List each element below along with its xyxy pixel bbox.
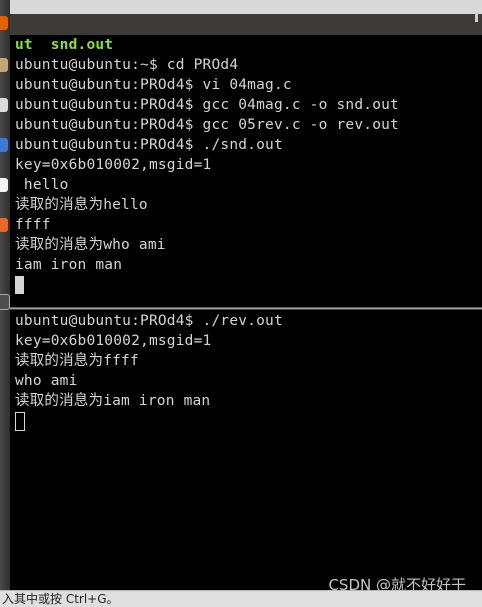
title-bar-dark [0,14,482,35]
terminal-line: 读取的消息为hello [15,197,148,213]
terminal-line: ubuntu@ubuntu:PROd4$ ./snd.out [15,137,283,153]
screenshot-root: ut snd.out ubuntu@ubuntu:~$ cd PROd4 ubu… [0,0,482,607]
launcher-sidebar [0,0,10,590]
cursor-line [15,411,283,431]
terminal-cursor [15,411,25,431]
terminal-line: iam iron man [15,257,123,273]
terminal-line: ubuntu@ubuntu:~$ cd PROd4 [15,57,239,73]
libreoffice-icon[interactable] [0,178,8,192]
terminal-line: ubuntu@ubuntu:PROd4$ gcc 04mag.c -o snd.… [15,97,399,113]
settings-icon[interactable] [0,138,8,152]
top-pane-output: ut snd.out ubuntu@ubuntu:~$ cd PROd4 ubu… [15,35,399,295]
terminal-line: key=0x6b010002,msgid=1 [15,157,212,173]
title-bar-light [0,0,482,14]
terminal-line: 读取的消息为ffff [15,353,139,369]
terminal-line: key=0x6b010002,msgid=1 [15,333,212,349]
terminal-line: ffff [15,217,51,233]
window-title-bar [0,0,482,35]
terminal-line: ubuntu@ubuntu:PROd4$ ./rev.out [15,313,283,329]
terminal-icon[interactable] [0,294,10,310]
terminal-pane-top[interactable]: ut snd.out ubuntu@ubuntu:~$ cd PROd4 ubu… [10,35,482,306]
terminal-line: hello [15,177,69,193]
terminal-line: 读取的消息为iam iron man [15,393,211,409]
terminal-pane-bottom[interactable]: ubuntu@ubuntu:PROd4$ ./rev.out key=0x6b0… [10,311,482,590]
impress-icon[interactable] [0,218,8,232]
terminal-cursor [15,276,24,294]
terminal-line: 读取的消息为who ami [15,237,166,253]
files-icon[interactable] [0,58,8,72]
firefox-icon[interactable] [0,16,8,30]
terminal-line: ut snd.out [15,37,114,53]
status-bar: 入其中或按 Ctrl+G。 [0,590,482,607]
window-menu-icon[interactable] [475,12,478,22]
cursor-line [15,275,399,295]
terminal-line: ubuntu@ubuntu:PROd4$ vi 04mag.c [15,77,292,93]
bottom-pane-output: ubuntu@ubuntu:PROd4$ ./rev.out key=0x6b0… [15,311,283,431]
software-center-icon[interactable] [0,98,8,112]
terminal-line: who ami [15,373,78,389]
terminal-line: ubuntu@ubuntu:PROd4$ gcc 05rev.c -o rev.… [15,117,399,133]
